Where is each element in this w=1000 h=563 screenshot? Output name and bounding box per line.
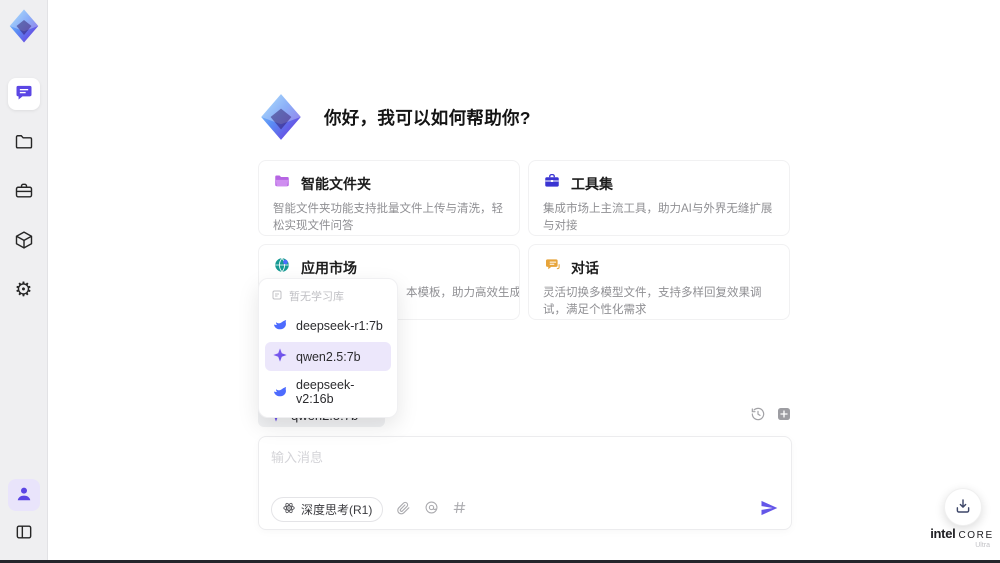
model-dropdown: 暂无学习库 deepseek-r1:7b qwen2.5:7b deepseek…: [258, 278, 398, 418]
app-logo-icon[interactable]: [6, 8, 42, 44]
chat-input-card: 深度思考(R1): [258, 436, 792, 530]
folder-purple-icon: [273, 172, 291, 195]
sidebar-item-toolbox[interactable]: [8, 176, 40, 208]
card-toolset[interactable]: 工具集 集成市场上主流工具，助力AI与外界无缝扩展与对接: [528, 160, 790, 236]
card-description: 集成市场上主流工具，助力AI与外界无缝扩展与对接: [543, 203, 773, 232]
message-input[interactable]: [271, 447, 779, 491]
model-dropdown-header-label: 暂无学习库: [289, 291, 344, 303]
deepseek-whale-icon: [272, 316, 288, 335]
card-description: 智能文件夹功能支持批量文件上传与清洗，轻松实现文件问答: [273, 203, 503, 232]
download-icon: [954, 497, 972, 518]
card-smart-folder[interactable]: 智能文件夹 智能文件夹功能支持批量文件上传与清洗，轻松实现文件问答: [258, 160, 520, 236]
intel-logo-text: intel: [930, 526, 956, 541]
briefcase-indigo-icon: [543, 172, 561, 195]
card-conversation[interactable]: 对话 灵活切换多模型文件，支持多样回复效果调试，满足个性化需求: [528, 244, 790, 320]
model-option-label: qwen2.5:7b: [296, 349, 361, 364]
sidebar-item-settings[interactable]: ⚙: [8, 274, 40, 306]
user-icon: [14, 484, 34, 507]
model-option-label: deepseek-r1:7b: [296, 318, 383, 333]
deep-think-toggle[interactable]: 深度思考(R1): [271, 496, 384, 522]
history-icon: [750, 406, 766, 425]
card-title: 工具集: [571, 175, 613, 192]
cube-icon: [14, 230, 34, 253]
model-option-qwen[interactable]: qwen2.5:7b: [265, 342, 391, 371]
history-button[interactable]: [750, 406, 766, 425]
gear-icon: ⚙: [14, 279, 33, 301]
intel-sub-text: Ultra: [975, 542, 990, 549]
sidebar-item-account[interactable]: [8, 479, 40, 511]
chat-bubble-icon: [14, 83, 34, 106]
panel-icon: [14, 522, 34, 545]
card-title: 对话: [571, 259, 599, 276]
model-option-label: deepseek-v2:16b: [296, 378, 355, 406]
chat-amber-icon: [543, 256, 561, 279]
assistant-logo-icon: [256, 92, 306, 142]
chat-actions: [750, 406, 792, 425]
app-window: ⚙ 你好，我可以如何帮助你? 智能文件夹 智能文件夹功能支持批量文件上传与清洗，…: [0, 0, 1000, 563]
prompt-grid-button[interactable]: [452, 500, 467, 518]
new-chat-icon: [776, 406, 792, 425]
paperclip-icon: [396, 500, 411, 518]
greeting: 你好，我可以如何帮助你?: [256, 92, 531, 142]
sidebar-item-chat[interactable]: [7, 78, 40, 110]
qwen-star-icon: [272, 347, 288, 366]
greeting-title: 你好，我可以如何帮助你?: [324, 107, 531, 128]
hash-grid-icon: [452, 500, 467, 518]
globe-teal-icon: [273, 256, 291, 279]
mention-button[interactable]: [424, 500, 439, 518]
library-icon: [271, 289, 283, 304]
deep-think-label: 深度思考(R1): [301, 502, 373, 517]
download-fab[interactable]: [944, 488, 982, 526]
send-icon: [759, 498, 779, 521]
card-description: 灵活切换多模型文件，支持多样回复效果调试，满足个性化需求: [543, 287, 762, 316]
input-toolbar: 深度思考(R1): [271, 496, 779, 522]
sidebar-item-folders[interactable]: [8, 127, 40, 159]
sidebar-item-models[interactable]: [8, 225, 40, 257]
folder-icon: [14, 132, 34, 155]
model-dropdown-header: 暂无学习库: [265, 285, 391, 309]
card-title: 智能文件夹: [301, 175, 371, 192]
at-circle-icon: [424, 500, 439, 518]
sidebar-bottom: [0, 479, 48, 549]
sidebar-nav: ⚙: [7, 78, 40, 306]
card-description-partial: 本模板，助力高效生成多: [406, 287, 520, 299]
briefcase-icon: [14, 181, 34, 204]
send-button[interactable]: [759, 498, 779, 521]
core-logo-text: core: [958, 530, 994, 541]
model-option-deepseek-r1[interactable]: deepseek-r1:7b: [265, 311, 391, 340]
deepseek-whale-icon: [272, 383, 288, 402]
intel-core-badge: intel core Ultra: [928, 526, 996, 549]
sidebar: ⚙: [0, 0, 48, 563]
sidebar-item-panel-toggle[interactable]: [8, 517, 40, 549]
attachment-button[interactable]: [396, 500, 411, 518]
card-title: 应用市场: [301, 259, 357, 276]
new-chat-button[interactable]: [776, 406, 792, 425]
model-option-deepseek-v2[interactable]: deepseek-v2:16b: [265, 373, 391, 411]
atom-icon: [282, 501, 296, 518]
